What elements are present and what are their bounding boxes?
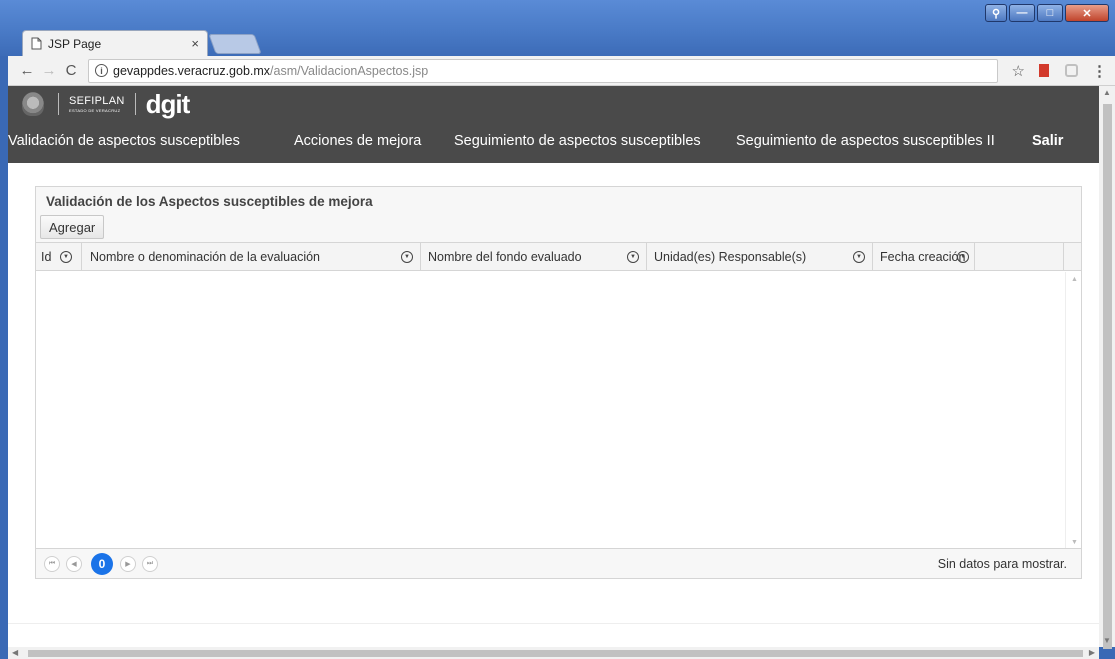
menu-item-validacion[interactable]: Validación de aspectos susceptibles <box>8 133 240 149</box>
page-icon <box>31 37 42 50</box>
scroll-down-icon[interactable]: ▼ <box>1103 636 1111 645</box>
column-filter-icon[interactable]: ▼ <box>853 251 865 263</box>
column-divider <box>81 243 82 271</box>
column-header-nombre-evaluacion[interactable]: Nombre o denominación de la evaluación <box>90 243 320 271</box>
aspectos-panel: Validación de los Aspectos susceptibles … <box>35 186 1082 579</box>
page-horizontal-scrollbar[interactable]: ◀ ▶ <box>8 647 1099 659</box>
forward-button[interactable]: → <box>38 62 60 79</box>
reload-button[interactable]: C <box>60 62 82 79</box>
column-divider <box>1063 243 1064 271</box>
column-filter-icon[interactable]: ▼ <box>957 251 969 263</box>
browser-toolbar: ← → C i gevappdes.veracruz.gob.mx/asm/Va… <box>8 56 1115 86</box>
grid-pager: ⏮ ◀ 0 ▶ ⏭ Sin datos para mostrar. <box>36 548 1081 578</box>
menu-item-seguimiento-ii[interactable]: Seguimiento de aspectos susceptibles II <box>736 133 995 149</box>
scroll-up-icon[interactable]: ▲ <box>1103 88 1111 97</box>
panel-header: Validación de los Aspectos susceptibles … <box>36 187 1081 243</box>
grid-body: ▲ ▼ <box>36 272 1081 550</box>
app-header: SEFIPLAN ESTADO DE VERACRUZ dgit Validac… <box>8 86 1099 163</box>
footer-divider <box>8 623 1099 624</box>
info-icon[interactable]: i <box>95 64 108 77</box>
tab-title: JSP Page <box>48 36 102 51</box>
column-divider <box>872 243 873 271</box>
sefiplan-logo-text: SEFIPLAN <box>69 94 125 107</box>
logo-divider <box>58 93 59 115</box>
url-path: /asm/ValidacionAspectos.jsp <box>270 63 429 78</box>
maximize-button[interactable]: □ <box>1037 4 1063 22</box>
url-host: gevappdes.veracruz.gob.mx <box>113 63 271 78</box>
bookmark-star-icon[interactable]: ☆ <box>1012 62 1025 80</box>
column-header-fondo-evaluado[interactable]: Nombre del fondo evaluado <box>428 243 582 271</box>
scrollbar-thumb[interactable] <box>1103 104 1112 649</box>
new-tab-button[interactable] <box>208 34 262 54</box>
column-header-unidad-responsable[interactable]: Unidad(es) Responsable(s) <box>654 243 806 271</box>
back-button[interactable]: ← <box>16 62 38 79</box>
grid-header: Id ▼ Nombre o denominación de la evaluac… <box>36 243 1081 271</box>
sefiplan-logo-subtext: ESTADO DE VERACRUZ <box>69 107 121 113</box>
scroll-down-icon[interactable]: ▼ <box>1071 539 1078 546</box>
dgit-logo: dgit <box>145 89 191 119</box>
sefiplan-logo: SEFIPLAN ESTADO DE VERACRUZ <box>69 94 125 113</box>
column-filter-icon[interactable]: ▼ <box>60 251 72 263</box>
menu-item-acciones-mejora[interactable]: Acciones de mejora <box>294 133 421 149</box>
column-filter-icon[interactable]: ▼ <box>627 251 639 263</box>
address-bar[interactable]: i gevappdes.veracruz.gob.mx/asm/Validaci… <box>88 58 998 83</box>
pager-info: Sin datos para mostrar. <box>937 557 1067 571</box>
scroll-right-icon[interactable]: ▶ <box>1089 648 1095 657</box>
panel-title: Validación de los Aspectos susceptibles … <box>46 194 373 209</box>
close-window-button[interactable]: ✕ <box>1065 4 1109 22</box>
scroll-up-icon[interactable]: ▲ <box>1071 276 1078 283</box>
menu-item-seguimiento[interactable]: Seguimiento de aspectos susceptibles <box>454 133 701 149</box>
logo-divider <box>134 93 136 115</box>
prev-page-button[interactable]: ◀ <box>66 556 82 572</box>
scroll-left-icon[interactable]: ◀ <box>12 648 18 657</box>
extension-icon[interactable] <box>1039 64 1049 77</box>
logo-row: SEFIPLAN ESTADO DE VERACRUZ dgit <box>22 89 191 119</box>
column-divider <box>646 243 647 271</box>
column-divider <box>420 243 421 271</box>
next-page-button[interactable]: ▶ <box>120 556 136 572</box>
extension-shield-icon[interactable] <box>1065 64 1078 77</box>
current-page-indicator[interactable]: 0 <box>91 553 113 575</box>
first-page-button[interactable]: ⏮ <box>44 556 60 572</box>
window-controls: ⚲ — □ ✕ <box>985 4 1109 22</box>
window-left-edge <box>0 56 8 659</box>
menu-item-salir[interactable]: Salir <box>1032 133 1063 149</box>
user-switch-button[interactable]: ⚲ <box>985 4 1007 22</box>
last-page-button[interactable]: ⏭ <box>142 556 158 572</box>
page-viewport: SEFIPLAN ESTADO DE VERACRUZ dgit Validac… <box>8 86 1099 647</box>
grid-scrollbar[interactable]: ▲ ▼ <box>1065 272 1081 550</box>
veracruz-seal-logo <box>22 92 44 116</box>
column-filter-icon[interactable]: ▼ <box>401 251 413 263</box>
scrollbar-thumb[interactable] <box>28 650 1083 657</box>
minimize-button[interactable]: — <box>1009 4 1035 22</box>
browser-tab[interactable]: JSP Page × <box>22 30 208 56</box>
browser-menu-icon[interactable]: ⋮ <box>1092 62 1107 80</box>
column-divider <box>974 243 975 271</box>
column-header-id[interactable]: Id <box>41 243 51 271</box>
tab-close-icon[interactable]: × <box>191 36 199 51</box>
add-button[interactable]: Agregar <box>40 215 105 239</box>
page-vertical-scrollbar[interactable]: ▲ ▼ <box>1099 86 1115 649</box>
